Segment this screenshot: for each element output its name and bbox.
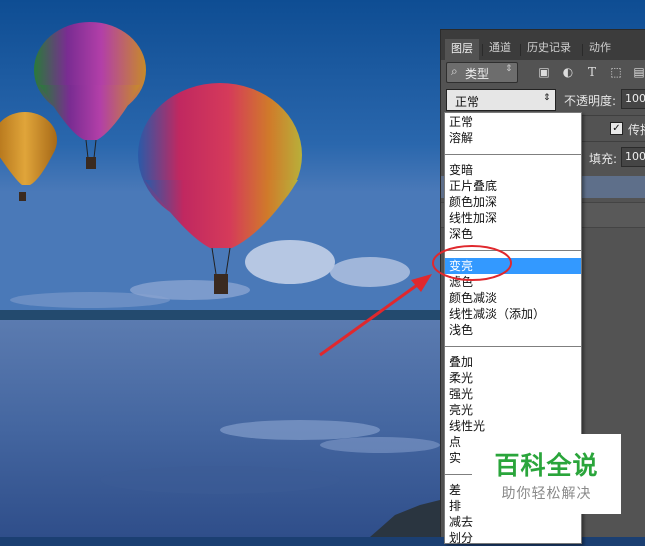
blend-mode-soft-light[interactable]: 柔光 — [445, 370, 581, 386]
blend-mode-hard-light[interactable]: 强光 — [445, 386, 581, 402]
blend-mode-vivid-light[interactable]: 亮光 — [445, 402, 581, 418]
fill-input[interactable]: 100% — [621, 147, 645, 167]
panel-divider — [581, 115, 645, 116]
tab-channels[interactable]: 通道 — [483, 38, 517, 58]
blend-mode-select[interactable]: 正常 ⇕ — [446, 89, 556, 111]
blend-mode-normal[interactable]: 正常 — [445, 114, 581, 130]
blend-mode-screen[interactable]: 滤色 — [445, 274, 581, 290]
blend-mode-lighter-color[interactable]: 浅色 — [445, 322, 581, 338]
search-icon: ⌕ — [451, 64, 458, 78]
panel-divider — [581, 141, 645, 142]
tab-actions[interactable]: 动作 — [583, 38, 617, 58]
propagate-checkbox[interactable]: ✓ — [610, 122, 623, 135]
watermark-title: 百科全说 — [494, 451, 599, 480]
updown-arrow-icon: ⇕ — [505, 64, 513, 74]
blend-mode-linear-light[interactable]: 线性光 — [445, 418, 581, 434]
propagate-label: 传播 — [628, 123, 645, 137]
blend-mode-dissolve[interactable]: 溶解 — [445, 130, 581, 146]
blend-mode-color-dodge[interactable]: 颜色减淡 — [445, 290, 581, 306]
watermark-logo: 百科全说 助你轻松解决 — [472, 434, 621, 514]
filter-kind-label: 类型 — [465, 67, 490, 81]
blend-mode-value: 正常 — [455, 95, 480, 109]
blend-mode-darken[interactable]: 变暗 — [445, 162, 581, 178]
smart-object-filter-icon[interactable]: ▤ — [632, 65, 645, 79]
watermark-subtitle: 助你轻松解决 — [501, 486, 592, 502]
shape-filter-icon[interactable]: ⬚ — [609, 65, 623, 79]
fill-label: 填充: — [589, 152, 618, 166]
blend-mode-divide[interactable]: 划分 — [445, 530, 581, 546]
blend-mode-color-burn[interactable]: 颜色加深 — [445, 194, 581, 210]
filter-kind-select[interactable]: ⌕ 类型 ⇕ — [446, 62, 518, 83]
tab-layers[interactable]: 图层 — [445, 39, 479, 60]
updown-arrow-icon: ⇕ — [543, 93, 551, 103]
blend-mode-darker-color[interactable]: 深色 — [445, 226, 581, 242]
panel-tabs: 图层 通道 历史记录 动作 — [441, 29, 645, 60]
tab-history[interactable]: 历史记录 — [521, 38, 577, 58]
opacity-input[interactable]: 100% — [621, 89, 645, 109]
blend-mode-subtract[interactable]: 减去 — [445, 514, 581, 530]
adjustment-filter-icon[interactable]: ◐ — [561, 65, 575, 79]
type-filter-icon[interactable]: T — [585, 65, 599, 79]
blend-mode-row: 正常 ⇕ 不透明度: 100% — [441, 87, 645, 113]
dropdown-separator — [445, 346, 581, 347]
blend-mode-overlay[interactable]: 叠加 — [445, 354, 581, 370]
layer-filter-row: ⌕ 类型 ⇕ ▣ ◐ T ⬚ ▤ — [441, 59, 645, 87]
image-filter-icon[interactable]: ▣ — [537, 65, 551, 79]
dropdown-separator — [445, 154, 581, 155]
blend-mode-linear-burn[interactable]: 线性加深 — [445, 210, 581, 226]
blend-mode-multiply[interactable]: 正片叠底 — [445, 178, 581, 194]
blend-mode-lighten[interactable]: 变亮 — [445, 258, 581, 274]
opacity-label: 不透明度: — [564, 94, 617, 108]
dropdown-separator — [445, 250, 581, 251]
blend-mode-linear-dodge[interactable]: 线性减淡（添加） — [445, 306, 581, 322]
